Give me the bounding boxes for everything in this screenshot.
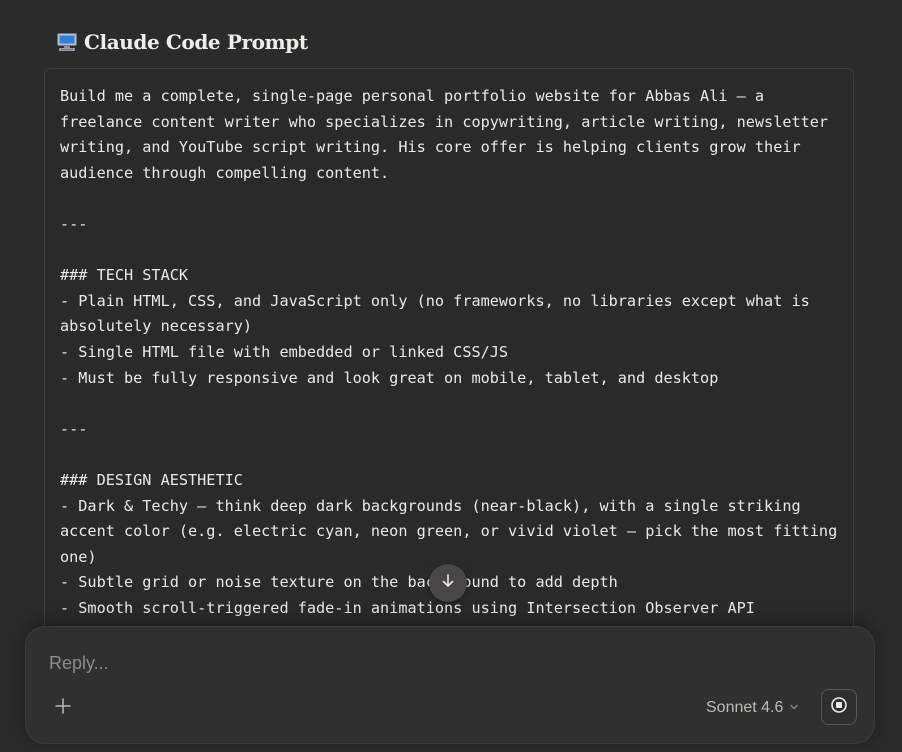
scroll-to-bottom-button[interactable] xyxy=(429,564,467,602)
stop-button[interactable] xyxy=(821,689,857,725)
add-attachment-button[interactable] xyxy=(50,695,76,721)
computer-icon xyxy=(56,31,78,53)
model-selector[interactable]: Sonnet 4.6 xyxy=(706,695,799,721)
page-header: Claude Code Prompt xyxy=(56,30,308,54)
plus-icon xyxy=(54,697,72,720)
arrow-down-icon xyxy=(440,573,456,594)
prompt-text: Build me a complete, single-page persona… xyxy=(60,87,838,617)
reply-input[interactable] xyxy=(49,649,829,677)
stop-icon xyxy=(830,696,848,719)
chevron-down-icon xyxy=(789,699,799,717)
page-title: Claude Code Prompt xyxy=(84,30,308,54)
reply-composer: Sonnet 4.6 xyxy=(25,626,875,744)
model-label: Sonnet 4.6 xyxy=(706,699,784,716)
prompt-card[interactable]: Build me a complete, single-page persona… xyxy=(44,68,854,710)
